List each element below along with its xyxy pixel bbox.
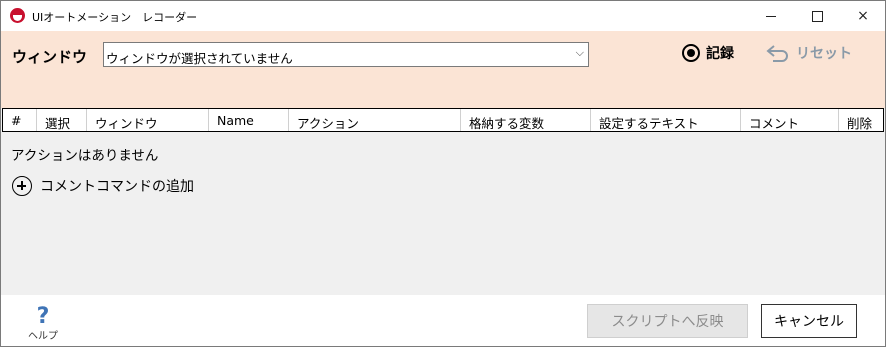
add-comment-label: コメントコマンドの追加	[40, 179, 194, 195]
column-header-select[interactable]: 選択	[37, 109, 87, 131]
column-header-window[interactable]: ウィンドウ	[87, 109, 209, 131]
title-bar[interactable]: UIオートメーション レコーダー ×	[1, 1, 885, 31]
window-select-value: ウィンドウが選択されていません	[106, 51, 293, 66]
maximize-button[interactable]	[794, 1, 840, 31]
maximize-icon	[811, 10, 823, 22]
column-header-comment[interactable]: コメント	[741, 109, 839, 131]
window-label: ウィンドウ	[12, 48, 88, 66]
column-header-number[interactable]: #	[3, 109, 37, 131]
cancel-button[interactable]: キャンセル	[761, 304, 857, 338]
app-icon	[10, 8, 25, 23]
recorder-toolbar: ウィンドウ ウィンドウが選択されていません ⌵ 記録 リセット	[1, 31, 885, 108]
reset-button[interactable]: リセット	[765, 40, 852, 66]
record-button[interactable]: 記録	[682, 40, 734, 66]
window-title: UIオートメーション レコーダー	[32, 11, 198, 24]
actions-table-header: # 選択 ウィンドウ Name アクション 格納する変数 設定するテキスト コメ…	[2, 108, 884, 132]
record-label: 記録	[706, 46, 734, 62]
reset-label: リセット	[796, 46, 852, 62]
window-select[interactable]: ウィンドウが選択されていません ⌵	[103, 42, 589, 67]
help-label: ヘルプ	[28, 331, 58, 342]
add-comment-command-button[interactable]: コメントコマンドの追加	[12, 176, 194, 196]
minimize-icon	[766, 15, 776, 17]
column-header-delete[interactable]: 削除	[839, 109, 882, 131]
help-icon: ?	[36, 304, 50, 329]
footer: ? ヘルプ スクリプトへ反映 キャンセル	[1, 295, 885, 346]
column-header-variable[interactable]: 格納する変数	[461, 109, 591, 131]
actions-list: アクションはありません コメントコマンドの追加	[1, 132, 885, 295]
recorder-window: UIオートメーション レコーダー × ウィンドウ ウィンドウが選択されていません…	[0, 0, 886, 347]
close-icon: ×	[857, 8, 869, 24]
column-header-action[interactable]: アクション	[289, 109, 461, 131]
close-button[interactable]: ×	[840, 1, 886, 31]
add-circle-icon	[12, 176, 32, 196]
chevron-down-icon: ⌵	[575, 46, 584, 59]
column-header-text[interactable]: 設定するテキスト	[591, 109, 741, 131]
apply-to-script-button[interactable]: スクリプトへ反映	[587, 304, 748, 338]
record-icon	[682, 44, 700, 62]
column-header-name[interactable]: Name	[209, 109, 289, 131]
empty-message: アクションはありません	[11, 148, 159, 164]
minimize-button[interactable]	[748, 1, 794, 31]
undo-icon	[766, 45, 788, 62]
help-button[interactable]: ? ヘルプ	[28, 304, 58, 343]
